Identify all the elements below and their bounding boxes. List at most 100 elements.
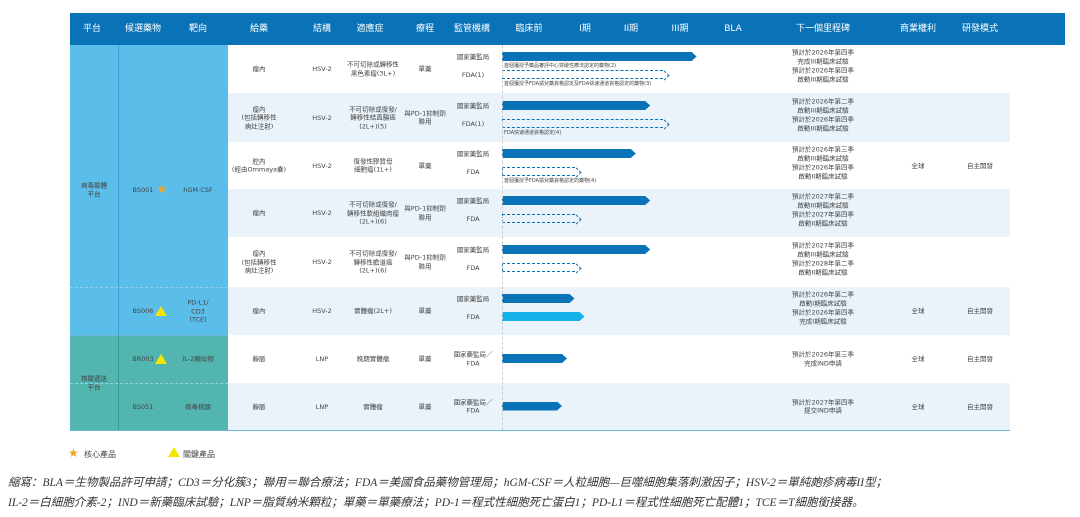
- milestone-cell: 預計於2026年第四季 啟動III期臨床試驗: [791, 115, 855, 133]
- progress-bar: [502, 167, 575, 176]
- header-4: 結構: [312, 24, 332, 34]
- header-12: BLA: [724, 24, 742, 34]
- header-3: 給藥: [249, 24, 269, 34]
- milestone-cell: 預計於2026年第二季 啟動III期臨床試驗: [791, 97, 855, 115]
- header-1: 候選藥物: [124, 24, 162, 34]
- progress-bar: [502, 196, 650, 205]
- regimen-cell: 單藥: [418, 161, 432, 170]
- admin-cell: 靜脈: [252, 402, 266, 411]
- indication-cell: 不可切除或轉移性 黑色素瘤(3L+): [347, 60, 399, 78]
- admin-cell: 瘤內: [252, 306, 266, 315]
- bar-note: 首個獲授予FDA孤兒藥資格認定的藥物(4): [504, 178, 597, 184]
- triangle-icon: [155, 354, 167, 364]
- admin-cell: 靜脈: [252, 354, 266, 363]
- target: PD-L1/ CD3 (TCE): [187, 298, 209, 324]
- agency-cell: FDA(1): [461, 119, 485, 128]
- target: IL-2類似物: [182, 354, 214, 363]
- star-icon: ★: [68, 446, 79, 460]
- indication-cell: 晚期實體瘤: [356, 354, 390, 363]
- rights-cell: 全球: [911, 354, 925, 363]
- agency-cell: FDA: [466, 214, 480, 223]
- progress-bar: [502, 52, 697, 61]
- progress-bar: [502, 119, 663, 128]
- table-row: [228, 383, 1010, 430]
- candidate-name[interactable]: BR003: [132, 355, 153, 364]
- regimen-cell: 單藥: [418, 354, 432, 363]
- agency-cell: FDA: [466, 263, 480, 272]
- agency-cell: 國家藥監局／ FDA: [453, 350, 493, 368]
- header-7: 監管機構: [453, 24, 491, 34]
- agency-cell: 國家藥監局: [456, 149, 490, 158]
- milestone-cell: 預計於2027年第四季 啟動III期臨床試驗: [791, 241, 855, 259]
- structure-cell: HSV-2: [312, 64, 332, 73]
- milestone-cell: 預計於2026年第四季 完成I期臨床試驗: [791, 308, 855, 326]
- milestone-cell: 預計於2026年第四季 完成III期臨床試驗: [791, 48, 855, 66]
- rights-cell: 全球: [911, 306, 925, 315]
- target: hGM-CSF: [183, 185, 213, 194]
- target: 病毒核酸: [185, 402, 211, 411]
- legend-core: 核心產品: [84, 450, 116, 459]
- milestone-cell: 預計於2026年第三季 啟動III期臨床試驗: [791, 145, 855, 163]
- indication-cell: 不可切除或復發/ 轉移性結直腸癌 (2L+)(5): [349, 104, 397, 130]
- agency-cell: FDA: [466, 312, 480, 321]
- bar-note: 首個獲授予藥品審評中心突破性療法認定的藥物(2): [504, 63, 617, 69]
- structure-cell: LNP: [315, 354, 329, 363]
- regimen-cell: 與PD-1抑制劑 聯用: [404, 253, 446, 271]
- agency-cell: 國家藥監局: [456, 101, 490, 110]
- admin-cell: 瘤內: [252, 64, 266, 73]
- header-8: 臨床前: [515, 24, 543, 34]
- progress-bar: [502, 214, 575, 223]
- mode-cell: 自主開發: [967, 306, 993, 315]
- header-0: 平台: [82, 24, 102, 34]
- rights-cell: 全球: [911, 402, 925, 411]
- indication-cell: 不可切除或復發/ 轉移性膽道癌 (2L+)(6): [349, 249, 397, 275]
- candidate-name[interactable]: BS051: [133, 403, 154, 412]
- agency-cell: 國家藥監局: [456, 294, 490, 303]
- progress-bar: [502, 101, 650, 110]
- regimen-cell: 單藥: [418, 306, 432, 315]
- phase-start-line: [502, 45, 503, 430]
- star-icon: ★: [156, 181, 168, 196]
- progress-bar: [502, 354, 567, 363]
- footnote-line-2: IL-2＝白細胞介素-2；IND＝新藥臨床試驗；LNP＝脂質納米顆粒；單藥＝單藥…: [8, 497, 864, 509]
- admin-cell: 瘤內 (包括轉移性 病灶注射): [241, 249, 277, 275]
- agency-cell: 國家藥監局: [456, 196, 490, 205]
- progress-bar: [502, 149, 636, 158]
- mode-cell: 自主開發: [967, 402, 993, 411]
- milestone-cell: 預計於2026年第四季 啟動III期臨床試驗: [791, 66, 855, 84]
- agency-cell: FDA(1): [461, 70, 485, 79]
- table-row: [228, 93, 1010, 142]
- admin-cell: 腔內 (經由Ommaya囊): [231, 157, 287, 174]
- milestone-cell: 預計於2026年第二季 啟動I期臨床試驗: [791, 290, 855, 308]
- agency-cell: 國家藥監局: [456, 245, 490, 254]
- milestone-cell: 預計於2027年第四季 提交IND申請: [791, 398, 855, 415]
- candidate-name[interactable]: BS006: [133, 307, 154, 316]
- indication-cell: 實體瘤: [363, 402, 383, 411]
- admin-cell: 瘤內: [252, 208, 266, 217]
- progress-bar: [502, 402, 562, 411]
- header-13: 下一個里程碑: [795, 24, 851, 34]
- bar-note: 首個獲授予FDA孤兒藥資格認定及FDA快速通道資格認定的藥物(3): [504, 81, 652, 87]
- regimen-cell: 單藥: [418, 402, 432, 411]
- milestone-cell: 預計於2027年第二季 啟動III期臨床試驗: [791, 192, 855, 210]
- structure-cell: HSV-2: [312, 306, 332, 315]
- structure-cell: LNP: [315, 402, 329, 411]
- regimen-cell: 單藥: [418, 64, 432, 73]
- legend-key: 關鍵產品: [183, 450, 215, 459]
- agency-cell: 國家藥監局／ FDA: [453, 398, 493, 415]
- header-9: I期: [579, 24, 591, 34]
- triangle-icon: [155, 306, 167, 316]
- platform-name: 病毒載體平台: [81, 181, 107, 199]
- progress-bar: [502, 70, 663, 79]
- milestone-cell: 預計於2028年第二季 啟動II期臨床試驗: [791, 259, 855, 277]
- structure-cell: HSV-2: [312, 257, 332, 266]
- regimen-cell: 與PD-1抑制劑 聯用: [404, 204, 446, 222]
- admin-cell: 瘤內 (包括轉移性 病灶注射): [241, 104, 277, 130]
- regimen-cell: 與PD-1抑制劑 聯用: [404, 109, 446, 126]
- indication-cell: 復發性膠質母 細胞瘤(1L+): [353, 157, 393, 174]
- table-bottom: [70, 430, 1010, 431]
- table-row: [228, 237, 1010, 287]
- progress-bar: [502, 245, 650, 254]
- candidate-name[interactable]: BS001: [133, 186, 154, 195]
- bar-note: FDA快速通道資格認定(4): [504, 130, 562, 136]
